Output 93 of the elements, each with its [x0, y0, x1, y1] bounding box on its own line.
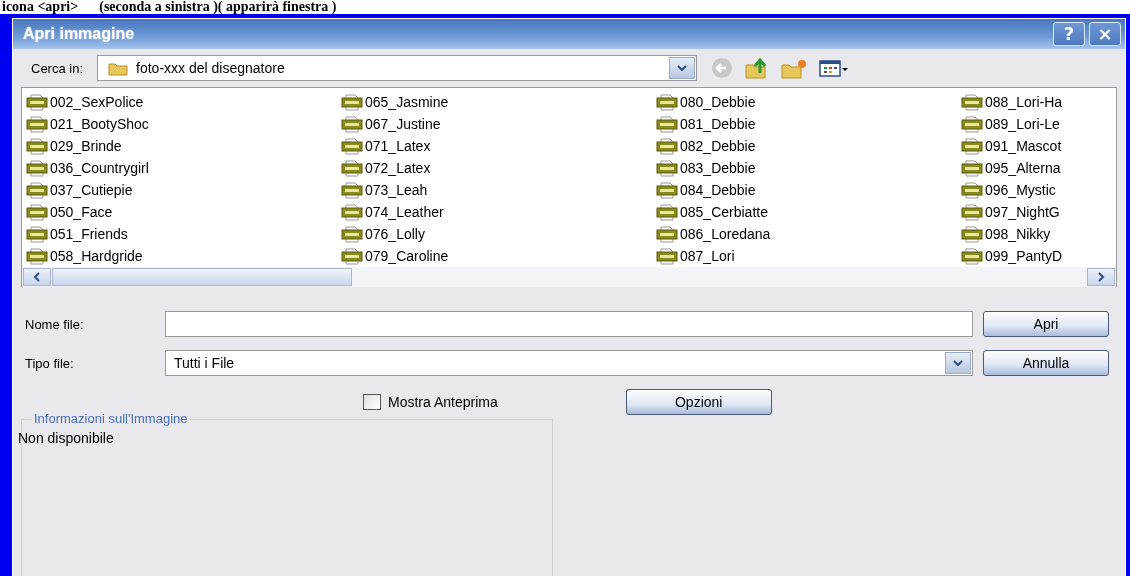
image-file-icon [26, 93, 48, 111]
file-item[interactable]: 080_Debbie [656, 91, 961, 113]
file-item[interactable]: 096_Mystic [961, 179, 1101, 201]
image-file-icon [341, 203, 363, 221]
file-item[interactable]: 067_Justine [341, 113, 656, 135]
file-item[interactable]: 076_Lolly [341, 223, 656, 245]
image-file-icon [656, 115, 678, 133]
file-item[interactable]: 021_BootyShoc [26, 113, 341, 135]
image-file-icon [26, 203, 48, 221]
checkbox[interactable] [363, 394, 381, 410]
file-item[interactable]: 029_Brinde [26, 135, 341, 157]
image-file-icon [26, 181, 48, 199]
image-file-icon [961, 159, 983, 177]
image-file-icon [26, 137, 48, 155]
dropdown-button[interactable] [669, 57, 696, 79]
image-file-icon [656, 225, 678, 243]
file-item[interactable]: 082_Debbie [656, 135, 961, 157]
image-file-icon [341, 225, 363, 243]
horizontal-scrollbar[interactable] [22, 267, 1116, 287]
file-item[interactable]: 086_Loredana [656, 223, 961, 245]
file-item[interactable]: 037_Cutiepie [26, 179, 341, 201]
chevron-down-icon [953, 360, 963, 366]
scroll-right-button[interactable] [1087, 268, 1115, 286]
file-item[interactable]: 072_Latex [341, 157, 656, 179]
file-item[interactable]: 087_Lori [656, 245, 961, 267]
options-button[interactable]: Opzioni [625, 389, 772, 415]
file-item[interactable]: 071_Latex [341, 135, 656, 157]
file-item[interactable]: 081_Debbie [656, 113, 961, 135]
dropdown-button[interactable] [945, 352, 971, 374]
image-file-icon [26, 115, 48, 133]
field-label: Nome file: [25, 316, 85, 332]
file-item[interactable]: 097_NightG [961, 201, 1101, 223]
image-file-icon [26, 159, 48, 177]
scroll-left-button[interactable] [23, 268, 51, 286]
chevron-down-icon [677, 65, 688, 71]
file-item[interactable]: 088_Lori-Ha [961, 91, 1101, 113]
file-item[interactable]: 079_Caroline [341, 245, 656, 267]
file-item[interactable]: 002_SexPolice [26, 91, 341, 113]
image-file-icon [656, 93, 678, 111]
file-item[interactable]: 095_Alterna [961, 157, 1101, 179]
open-button[interactable]: Apri [983, 311, 1109, 337]
file-item[interactable]: 051_Friends [26, 223, 341, 245]
view-menu-icon [819, 57, 850, 79]
new-folder-icon [781, 57, 808, 79]
file-item[interactable]: 089_Lori-Le [961, 113, 1101, 135]
file-item[interactable]: 073_Leah [341, 179, 656, 201]
image-file-icon [26, 247, 48, 265]
folder-icon [108, 60, 129, 76]
image-file-icon [961, 203, 983, 221]
cancel-button[interactable]: Annulla [983, 350, 1109, 376]
chevron-left-icon [32, 272, 42, 282]
file-name-field[interactable] [165, 311, 973, 337]
scrollbar-thumb[interactable] [52, 268, 352, 286]
image-file-icon [656, 203, 678, 221]
image-file-icon [341, 159, 363, 177]
close-button[interactable]: × [1089, 22, 1121, 46]
file-item[interactable]: 050_Face [26, 201, 341, 223]
file-item[interactable]: 036_Countrygirl [26, 157, 341, 179]
image-file-icon [961, 115, 983, 133]
chevron-right-icon [1096, 272, 1106, 282]
file-item[interactable]: 058_Hardgride [26, 245, 341, 267]
file-item[interactable]: 085_Cerbiatte [656, 201, 961, 223]
image-file-icon [961, 137, 983, 155]
file-item[interactable]: 099_PantyD [961, 245, 1101, 267]
image-file-icon [961, 225, 983, 243]
file-type-dropdown[interactable]: Tutti i File [165, 350, 973, 376]
info-text: Non disponibile [18, 430, 115, 446]
image-file-icon [341, 137, 363, 155]
image-file-icon [341, 181, 363, 199]
folder-dropdown[interactable]: foto-xxx del disegnatore [97, 55, 698, 81]
image-file-icon [26, 225, 48, 243]
window-title: Apri immagine [23, 25, 135, 43]
field-label: Tipo file: [25, 355, 75, 371]
image-file-icon [961, 93, 983, 111]
file-item[interactable]: 084_Debbie [656, 179, 961, 201]
image-file-icon [341, 93, 363, 111]
image-file-icon [341, 247, 363, 265]
image-file-icon [656, 247, 678, 265]
group-title: Informazioni sull'Immagine [32, 411, 190, 426]
image-file-icon [961, 247, 983, 265]
file-item[interactable]: 083_Debbie [656, 157, 961, 179]
image-file-icon [961, 181, 983, 199]
image-file-icon [341, 115, 363, 133]
file-item[interactable]: 065_Jasmine [341, 91, 656, 113]
file-item[interactable]: 074_Leather [341, 201, 656, 223]
field-label: Cerca in: [31, 60, 84, 76]
caption-text: icona <apri> (seconda a sinistra )( apparirà finestra ) [1, 0, 338, 14]
image-file-icon [656, 159, 678, 177]
file-item[interactable]: 098_Nikky [961, 223, 1101, 245]
checkbox-label: Mostra Anteprima [388, 394, 498, 410]
image-file-icon [656, 181, 678, 199]
file-item[interactable]: 091_Mascot [961, 135, 1101, 157]
image-file-icon [656, 137, 678, 155]
